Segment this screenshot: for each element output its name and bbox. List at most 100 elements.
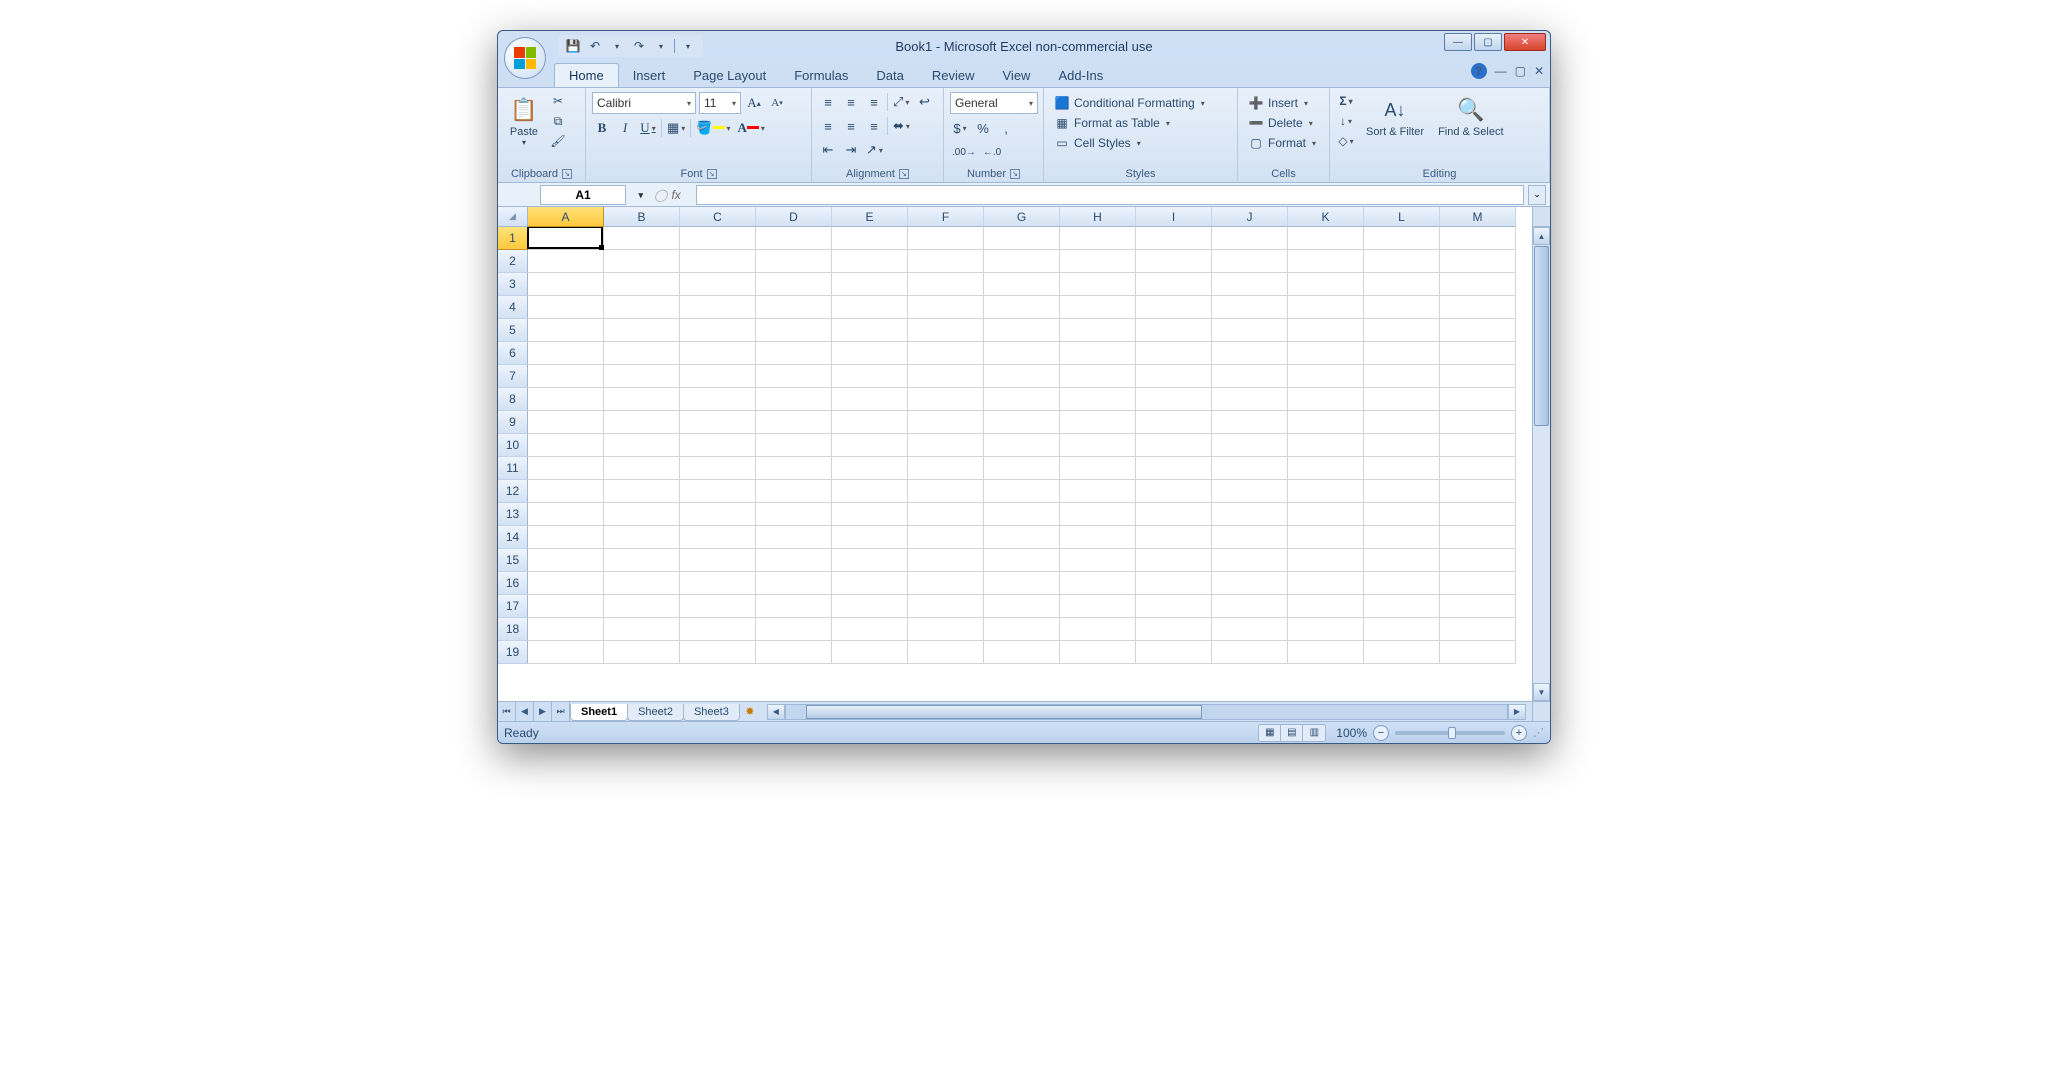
page-break-view-icon[interactable]: ▥ xyxy=(1303,725,1325,741)
cell[interactable] xyxy=(528,457,604,480)
cell[interactable] xyxy=(1212,503,1288,526)
cell[interactable] xyxy=(1212,618,1288,641)
cell[interactable] xyxy=(832,273,908,296)
column-header[interactable]: E xyxy=(832,207,908,227)
zoom-slider[interactable] xyxy=(1395,731,1505,735)
cell[interactable] xyxy=(1364,342,1440,365)
sheet-nav-prev-icon[interactable]: ◀ xyxy=(516,702,534,721)
cell[interactable] xyxy=(1364,618,1440,641)
cell[interactable] xyxy=(908,457,984,480)
cell[interactable] xyxy=(756,388,832,411)
cell[interactable] xyxy=(604,273,680,296)
row-header[interactable]: 5 xyxy=(498,319,528,342)
tab-formulas[interactable]: Formulas xyxy=(780,64,862,87)
cell[interactable] xyxy=(604,365,680,388)
cell[interactable] xyxy=(984,411,1060,434)
align-center-icon[interactable]: ≡ xyxy=(841,116,861,136)
cell[interactable] xyxy=(908,342,984,365)
cell[interactable] xyxy=(1136,273,1212,296)
zoom-out-button[interactable]: − xyxy=(1373,725,1389,741)
format-as-table-button[interactable]: ▦ Format as Table xyxy=(1050,114,1174,132)
cell[interactable] xyxy=(680,411,756,434)
cell[interactable] xyxy=(1060,365,1136,388)
cell[interactable] xyxy=(984,572,1060,595)
cell[interactable] xyxy=(832,549,908,572)
cell[interactable] xyxy=(1136,618,1212,641)
cell[interactable] xyxy=(756,618,832,641)
cell[interactable] xyxy=(908,618,984,641)
cell[interactable] xyxy=(1060,595,1136,618)
cell[interactable] xyxy=(908,319,984,342)
border-button[interactable]: ▦ xyxy=(665,118,687,138)
column-header[interactable]: B xyxy=(604,207,680,227)
cell[interactable] xyxy=(1364,273,1440,296)
undo-icon[interactable]: ↶ xyxy=(586,37,604,55)
font-size-combo[interactable]: 11▾ xyxy=(699,92,741,114)
cell[interactable] xyxy=(1440,365,1516,388)
cell[interactable] xyxy=(528,250,604,273)
align-top-icon[interactable]: ≡ xyxy=(818,92,838,112)
cell[interactable] xyxy=(1136,342,1212,365)
cell[interactable] xyxy=(832,480,908,503)
formula-input[interactable] xyxy=(696,185,1524,205)
cell[interactable] xyxy=(984,296,1060,319)
cell[interactable] xyxy=(908,503,984,526)
cell[interactable] xyxy=(908,595,984,618)
cell[interactable] xyxy=(908,227,984,250)
cell[interactable] xyxy=(1136,641,1212,664)
cell[interactable] xyxy=(984,227,1060,250)
zoom-level[interactable]: 100% xyxy=(1336,726,1367,740)
cell[interactable] xyxy=(1212,526,1288,549)
cell[interactable] xyxy=(1364,388,1440,411)
cell[interactable] xyxy=(1136,503,1212,526)
cell[interactable] xyxy=(1212,549,1288,572)
zoom-slider-thumb[interactable] xyxy=(1448,727,1456,739)
autosum-icon[interactable]: Σ xyxy=(1336,92,1356,110)
cell[interactable] xyxy=(1136,457,1212,480)
clipboard-dialog-launcher[interactable]: ↘ xyxy=(562,169,572,179)
underline-button[interactable]: U xyxy=(638,118,658,138)
cell[interactable] xyxy=(604,434,680,457)
cell[interactable] xyxy=(528,319,604,342)
decrease-decimal-icon[interactable]: ←.0 xyxy=(981,142,1003,162)
cell[interactable] xyxy=(1288,618,1364,641)
cell[interactable] xyxy=(908,365,984,388)
cell[interactable] xyxy=(1440,572,1516,595)
cell[interactable] xyxy=(680,618,756,641)
cell[interactable] xyxy=(604,549,680,572)
cell[interactable] xyxy=(984,342,1060,365)
fill-icon[interactable]: ↓ xyxy=(1336,112,1356,130)
cell[interactable] xyxy=(1364,572,1440,595)
cell[interactable] xyxy=(1440,618,1516,641)
cell[interactable] xyxy=(908,572,984,595)
cell[interactable] xyxy=(984,273,1060,296)
align-right-icon[interactable]: ≡ xyxy=(864,116,884,136)
cell[interactable] xyxy=(1288,457,1364,480)
row-header[interactable]: 11 xyxy=(498,457,528,480)
cell[interactable] xyxy=(528,618,604,641)
name-box-dropdown-icon[interactable]: ▾ xyxy=(638,190,643,201)
paste-button[interactable]: 📋 Paste ▾ xyxy=(504,92,544,149)
number-format-combo[interactable]: General▾ xyxy=(950,92,1038,114)
cell[interactable] xyxy=(908,250,984,273)
orientation-icon[interactable]: ⤢ xyxy=(891,92,911,112)
cell[interactable] xyxy=(1364,549,1440,572)
office-button[interactable] xyxy=(504,37,546,79)
cell[interactable] xyxy=(1212,457,1288,480)
help-icon[interactable]: ? xyxy=(1471,63,1487,79)
row-header[interactable]: 4 xyxy=(498,296,528,319)
cell[interactable] xyxy=(832,595,908,618)
column-header[interactable]: L xyxy=(1364,207,1440,227)
cell[interactable] xyxy=(680,457,756,480)
cell[interactable] xyxy=(908,434,984,457)
cell[interactable] xyxy=(528,365,604,388)
cell[interactable] xyxy=(604,296,680,319)
cell[interactable] xyxy=(1288,296,1364,319)
redo-dropdown-icon[interactable]: ▾ xyxy=(652,37,670,55)
cell[interactable] xyxy=(756,411,832,434)
name-box[interactable]: A1 ▾ xyxy=(540,185,626,205)
cell[interactable] xyxy=(1440,319,1516,342)
select-all-corner[interactable]: ◢ xyxy=(498,207,528,227)
hscroll-track[interactable] xyxy=(785,704,1508,720)
cell[interactable] xyxy=(984,365,1060,388)
